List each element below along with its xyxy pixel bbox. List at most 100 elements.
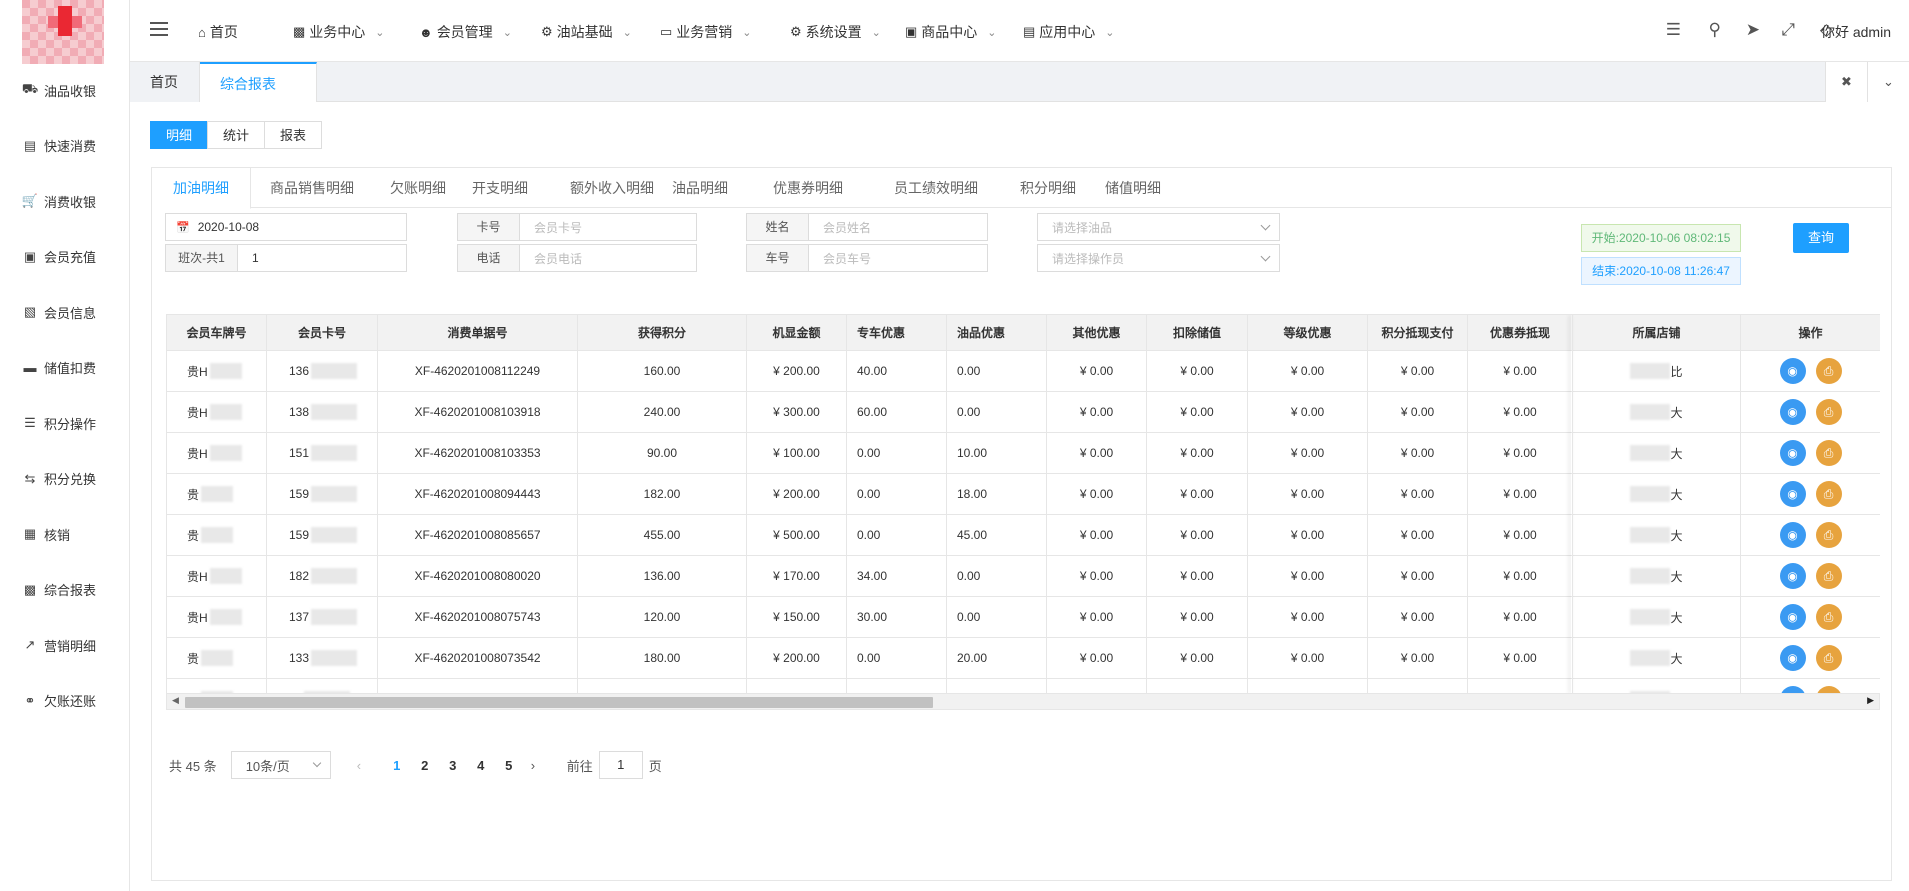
search-icon[interactable]: ⚲ xyxy=(1709,20,1721,40)
tab-home[interactable]: 首页 xyxy=(130,62,200,102)
nav-item-label: 业务营销 xyxy=(676,24,733,40)
nav-item-3[interactable]: ⚙ 油站基础 ⌄ xyxy=(541,22,632,42)
page-number[interactable]: 4 xyxy=(467,758,495,773)
tab-tools: ✖ ⌄ xyxy=(1825,62,1909,102)
print-icon[interactable]: ⎙ xyxy=(1815,358,1842,384)
segment-stats[interactable]: 统计 xyxy=(207,121,266,149)
print-icon[interactable]: ⎙ xyxy=(1815,481,1842,507)
nav-item-1[interactable]: ▩ 业务中心 ⌄ xyxy=(293,22,385,42)
scroll-right-icon[interactable]: ▶ xyxy=(1867,695,1874,706)
view-eye-icon[interactable]: ◉ xyxy=(1779,604,1806,630)
goto-page-input[interactable]: 1 xyxy=(598,751,643,779)
sidebar-item-7[interactable]: ⇆ 积分兑换 xyxy=(0,467,130,491)
page-number[interactable]: 1 xyxy=(383,758,411,773)
name-input[interactable]: 会员姓名 xyxy=(809,219,871,236)
view-eye-icon[interactable]: ◉ xyxy=(1779,399,1806,425)
subtab-3[interactable]: 开支明细 xyxy=(452,168,548,208)
table-row: 贵H 138 XF-4620201008103918 240.00 ¥ 300.00 60… xyxy=(167,392,1880,433)
sidebar-item-1[interactable]: ▤ 快速消费 xyxy=(0,134,130,158)
cell-car: 0.00 xyxy=(847,638,947,678)
chevron-down-icon[interactable]: ⌄ xyxy=(1867,62,1909,102)
tab-report[interactable]: 综合报表✕ xyxy=(200,62,317,132)
sidebar-item-9[interactable]: ▩ 综合报表 xyxy=(0,578,130,602)
page-number[interactable]: 2 xyxy=(411,758,439,773)
page-number[interactable]: 5 xyxy=(495,758,523,773)
plate-field[interactable]: 车号 会员车号 xyxy=(746,244,988,272)
sidebar-item-6[interactable]: ☰ 积分操作 xyxy=(0,411,130,435)
prev-page-icon[interactable]: ‹ xyxy=(357,758,377,773)
next-page-icon[interactable]: › xyxy=(531,758,551,773)
horizontal-scrollbar[interactable]: ◀ ▶ xyxy=(166,693,1880,710)
sidebar-item-label: 营销明细 xyxy=(44,638,97,654)
menu-toggle-icon[interactable] xyxy=(150,22,168,36)
subtab-8[interactable]: 积分明细 xyxy=(1000,168,1096,208)
sidebar-item-8[interactable]: ▦ 核销 xyxy=(0,522,130,546)
operator-select[interactable]: 请选择操作员 xyxy=(1037,244,1280,272)
view-eye-icon[interactable]: ◉ xyxy=(1779,563,1806,589)
nav-item-6[interactable]: ▣ 商品中心 ⌄ xyxy=(905,22,997,42)
nav-item-label: 应用中心 xyxy=(1039,24,1096,40)
fullscreen-icon[interactable]: ⤢ xyxy=(1781,20,1795,40)
sidebar-item-10[interactable]: ↗ 营销明细 xyxy=(0,633,130,657)
sidebar-item-2[interactable]: 🛒 消费收银 xyxy=(0,189,130,213)
user-greeting[interactable]: 你好 admin xyxy=(1821,22,1891,42)
date-field[interactable]: 📅 2020-10-08 xyxy=(165,213,407,241)
view-eye-icon[interactable]: ◉ xyxy=(1779,522,1806,548)
segment-report[interactable]: 报表 xyxy=(264,121,323,149)
cell-stored: ¥ 0.00 xyxy=(1147,433,1248,473)
nav-item-5[interactable]: ⚙ 系统设置 ⌄ xyxy=(790,22,881,42)
page-size-select[interactable]: 10条/页 xyxy=(230,751,331,779)
bag-icon: ▣ xyxy=(905,24,918,39)
nav-item-4[interactable]: ▭ 业务营销 ⌄ xyxy=(660,22,752,42)
table-row: 豫15XF-4620201007230758104.00¥ 115.000.00… xyxy=(167,679,1880,694)
close-all-icon[interactable]: ✖ xyxy=(1826,62,1867,102)
subtab-0[interactable]: 加油明细 xyxy=(152,168,251,209)
print-icon[interactable]: ⎙ xyxy=(1815,563,1842,589)
print-icon[interactable]: ⎙ xyxy=(1815,522,1842,548)
sitemap-icon[interactable]: ☰ xyxy=(1666,20,1681,40)
nav-item-0[interactable]: ⌂ 首页 xyxy=(198,22,238,42)
print-icon[interactable]: ⎙ xyxy=(1815,440,1842,466)
print-icon[interactable]: ⎙ xyxy=(1815,604,1842,630)
sidebar-item-5[interactable]: ▬ 储值扣费 xyxy=(0,356,130,380)
plate-input[interactable]: 会员车号 xyxy=(809,250,871,267)
card-field[interactable]: 卡号 会员卡号 xyxy=(457,213,697,241)
table-row: 贵H 136 XF-4620201008112249 160.00 ¥ 200.00 40… xyxy=(167,351,1880,392)
card-input[interactable]: 会员卡号 xyxy=(520,219,582,236)
cell-plate: 贵H xyxy=(167,392,267,432)
view-eye-icon[interactable]: ◉ xyxy=(1779,440,1806,466)
segment-detail[interactable]: 明细 xyxy=(150,121,209,149)
sidebar-item-3[interactable]: ▣ 会员充值 xyxy=(0,245,130,269)
nav-item-2[interactable]: ☻ 会员管理 ⌄ xyxy=(419,22,512,42)
operator-select-placeholder: 请选择操作员 xyxy=(1052,251,1125,266)
phone-input[interactable]: 会员电话 xyxy=(520,250,582,267)
subtab-1[interactable]: 商品销售明细 xyxy=(250,168,374,208)
send-icon[interactable]: ➤ xyxy=(1746,20,1760,40)
query-button[interactable]: 查询 xyxy=(1793,223,1849,253)
print-icon[interactable]: ⎙ xyxy=(1815,399,1842,425)
oil-select[interactable]: 请选择油品 xyxy=(1037,213,1280,241)
subtab-9[interactable]: 储值明细 xyxy=(1085,168,1181,208)
phone-field[interactable]: 电话 会员电话 xyxy=(457,244,697,272)
cell-level: ¥ 0.00 xyxy=(1248,474,1368,514)
view-eye-icon[interactable]: ◉ xyxy=(1779,481,1806,507)
sidebar-item-0[interactable]: ⛟ 油品收银 xyxy=(0,78,130,102)
view-eye-icon[interactable]: ◉ xyxy=(1779,645,1806,671)
sidebar-item-4[interactable]: ▧ 会员信息 xyxy=(0,300,130,324)
subtab-7[interactable]: 员工绩效明细 xyxy=(874,168,998,208)
sidebar-item-11[interactable]: ⚭ 欠账还账 xyxy=(0,689,130,713)
shift-field[interactable]: 班次-共1 1 xyxy=(165,244,407,272)
view-eye-icon[interactable]: ◉ xyxy=(1779,358,1806,384)
page-tab-bar: 首页 综合报表✕ ✖ ⌄ xyxy=(130,62,1909,132)
sidebar-item-label: 核销 xyxy=(44,527,71,543)
scroll-left-icon[interactable]: ◀ xyxy=(172,695,179,706)
subtab-6[interactable]: 优惠券明细 xyxy=(753,168,863,208)
cell-store: 大 xyxy=(1573,515,1741,555)
sidebar-item-label: 油品收银 xyxy=(44,83,97,99)
print-icon[interactable]: ⎙ xyxy=(1815,645,1842,671)
page-number[interactable]: 3 xyxy=(439,758,467,773)
nav-item-7[interactable]: ▤ 应用中心 ⌄ xyxy=(1023,22,1115,42)
scrollbar-thumb[interactable] xyxy=(185,697,933,708)
subtab-5[interactable]: 油品明细 xyxy=(652,168,748,208)
name-field[interactable]: 姓名 会员姓名 xyxy=(746,213,988,241)
